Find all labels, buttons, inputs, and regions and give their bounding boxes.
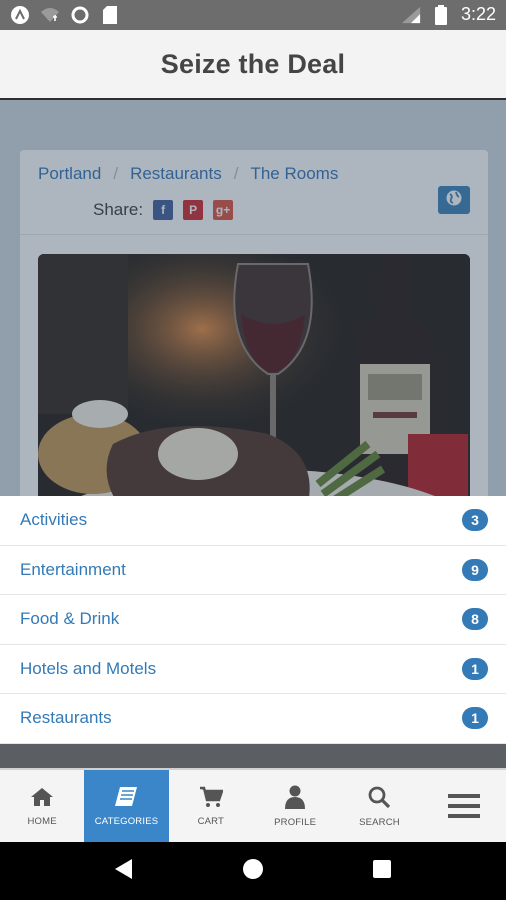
signal-icon	[401, 5, 421, 25]
dim-gap	[0, 744, 506, 768]
main-content: Portland / Restaurants / The Rooms Share…	[0, 100, 506, 498]
category-item-hotels-motels[interactable]: Hotels and Motels 1	[0, 645, 506, 694]
category-item-activities[interactable]: Activities 3	[0, 496, 506, 546]
count-badge: 1	[462, 707, 488, 730]
recents-icon[interactable]	[372, 859, 392, 884]
app-header: Seize the Deal	[0, 30, 506, 100]
category-item-restaurants[interactable]: Restaurants 1	[0, 694, 506, 744]
home-circle-icon[interactable]	[242, 858, 264, 885]
dim-overlay[interactable]	[0, 100, 506, 498]
back-icon[interactable]	[114, 858, 134, 885]
category-label: Hotels and Motels	[20, 658, 157, 678]
book-icon	[113, 786, 139, 808]
home-icon	[30, 786, 54, 808]
nav-home[interactable]: HOME	[0, 770, 84, 842]
battery-icon	[431, 4, 451, 25]
category-item-food-drink[interactable]: Food & Drink 8	[0, 595, 506, 645]
menu-icon	[447, 793, 480, 819]
wifi-icon	[40, 5, 60, 25]
page-title: Seize the Deal	[160, 48, 346, 79]
nav-menu[interactable]	[422, 770, 506, 842]
user-icon	[284, 785, 306, 809]
status-icons-left	[10, 5, 120, 25]
count-badge: 1	[462, 657, 488, 680]
nav-profile[interactable]: PROFILE	[253, 770, 337, 842]
bottom-nav: HOME CATEGORIES CART PROFILE SEARCH	[0, 768, 506, 842]
category-label: Restaurants	[20, 708, 112, 728]
circle-icon	[70, 5, 90, 25]
category-label: Entertainment	[20, 559, 126, 579]
nav-cart[interactable]: CART	[169, 770, 253, 842]
nav-label: CATEGORIES	[94, 815, 159, 827]
category-label: Activities	[20, 510, 88, 530]
count-badge: 8	[462, 608, 488, 631]
category-item-entertainment[interactable]: Entertainment 9	[0, 546, 506, 595]
count-badge: 3	[462, 509, 488, 532]
search-icon	[367, 785, 391, 809]
nav-label: HOME	[27, 815, 57, 827]
count-badge: 9	[462, 558, 488, 581]
nav-label: SEARCH	[359, 816, 400, 828]
android-nav-bar	[0, 842, 506, 900]
status-bar: 3:22	[0, 0, 506, 30]
nav-categories[interactable]: CATEGORIES	[84, 770, 169, 842]
cart-icon	[199, 786, 223, 808]
category-label: Food & Drink	[20, 609, 120, 629]
nav-search[interactable]: SEARCH	[337, 770, 421, 842]
status-icons-right: 3:22	[401, 4, 496, 25]
nav-label: CART	[197, 815, 225, 827]
status-time: 3:22	[460, 4, 496, 24]
sd-card-icon	[100, 5, 120, 25]
nav-label: PROFILE	[274, 816, 317, 828]
app-icon	[10, 5, 30, 25]
category-list: Activities 3 Entertainment 9 Food & Drin…	[0, 496, 506, 744]
